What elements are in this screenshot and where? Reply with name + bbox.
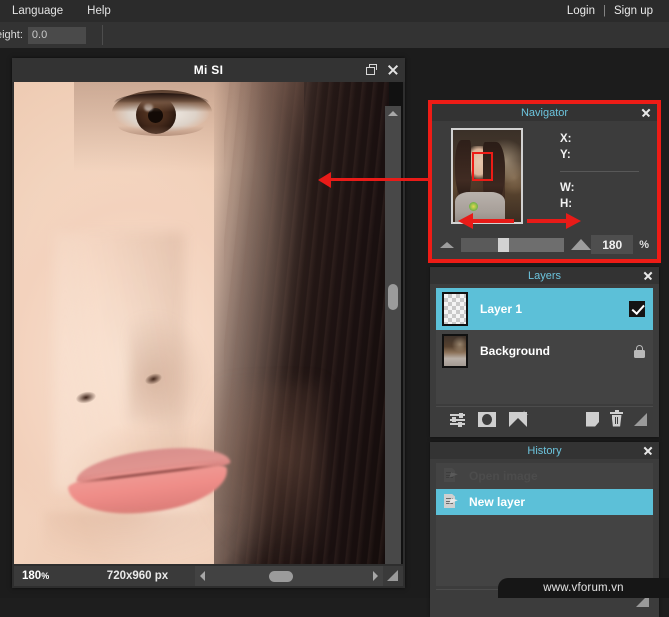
workspace: Mi SI 180% 720x960 px Navigator X: Y: W:… — [0, 48, 669, 617]
horizontal-scroll-thumb[interactable] — [269, 571, 293, 582]
menu-item-help[interactable]: Help — [75, 0, 123, 22]
navigator-body: X: Y: W: H: — [432, 121, 657, 230]
navigator-info: X: Y: W: H: — [542, 121, 657, 230]
image-canvas[interactable] — [14, 82, 403, 564]
navigator-thumbnail[interactable] — [451, 127, 523, 224]
canvas-zoom-unit: % — [41, 571, 50, 581]
layer-thumbnail — [442, 334, 468, 368]
image-window-buttons — [366, 58, 399, 82]
image-window-statusbar: 180% 720x960 px — [14, 566, 403, 586]
navigator-titlebar[interactable]: Navigator — [432, 104, 657, 121]
canvas-zoom-value: 180 — [22, 570, 42, 582]
navigator-zoom-slider[interactable] — [461, 237, 565, 252]
restore-icon[interactable] — [366, 64, 378, 76]
layers-close-icon[interactable] — [643, 270, 653, 280]
navigator-zoom-unit: % — [639, 238, 649, 251]
layers-title: Layers — [527, 269, 562, 282]
signup-link[interactable]: Sign up — [608, 5, 659, 17]
image-window-title: Mi SI — [193, 63, 224, 77]
layer-visibility-checkbox[interactable] — [629, 301, 645, 317]
layer-thumbnail — [442, 292, 468, 326]
navigator-info-divider — [560, 171, 639, 172]
image-window-titlebar[interactable]: Mi SI — [12, 58, 405, 82]
navigator-h-label: H: — [560, 198, 573, 210]
history-list[interactable]: Open image New layer — [436, 463, 653, 586]
login-link[interactable]: Login — [561, 5, 601, 17]
height-input[interactable] — [27, 26, 86, 44]
layers-toolbar-right — [586, 409, 653, 427]
document-icon — [444, 494, 459, 510]
watermark: www.vforum.vn — [498, 578, 669, 598]
document-icon — [444, 468, 459, 484]
window-resize-grip-icon[interactable] — [385, 568, 401, 584]
canvas-zoom-readout: 180% — [14, 570, 80, 582]
layers-toolbar: ✦ — [436, 406, 653, 431]
photo-lips-detail — [67, 440, 234, 522]
layer-row[interactable]: Background — [436, 330, 653, 372]
navigator-title: Navigator — [520, 106, 569, 119]
navigator-zoom-input[interactable] — [591, 235, 634, 254]
add-mask-icon[interactable]: ✦ — [509, 409, 529, 427]
navigator-panel: Navigator X: Y: W: H: 180 % — [432, 104, 657, 259]
navigator-w-label: W: — [560, 182, 575, 194]
vertical-scroll-thumb[interactable] — [388, 284, 398, 310]
tool-options-bar: eight: — [0, 22, 669, 48]
auth-links: Login | Sign up — [561, 5, 669, 17]
scroll-left-arrow-icon[interactable] — [200, 571, 205, 581]
layers-toolbar-left: ✦ — [436, 409, 529, 427]
canvas-dimensions: 720x960 px — [106, 570, 169, 582]
image-window: Mi SI 180% 720x960 px — [12, 58, 405, 588]
layers-titlebar[interactable]: Layers — [430, 267, 659, 284]
layer-name: Layer 1 — [480, 302, 523, 316]
history-item[interactable]: New layer — [436, 489, 653, 515]
canvas-vertical-scrollbar[interactable] — [385, 106, 401, 564]
close-icon[interactable] — [387, 64, 399, 76]
watermark-text: www.vforum.vn — [543, 582, 624, 594]
resize-grip-icon[interactable] — [634, 412, 647, 426]
canvas-horizontal-scrollbar[interactable] — [195, 566, 383, 586]
delete-layer-icon[interactable] — [610, 409, 623, 427]
layers-list[interactable]: Layer 1 Background — [436, 288, 653, 404]
photo-eye-detail — [112, 90, 212, 138]
layers-panel: Layers Layer 1 Background ✦ — [430, 267, 659, 437]
lock-icon[interactable] — [634, 344, 645, 358]
navigator-thumbnail-area[interactable] — [432, 121, 542, 230]
navigator-viewport-rect[interactable] — [472, 151, 493, 181]
history-title: History — [527, 444, 562, 457]
navigator-zoom-controls: % — [432, 230, 657, 259]
menu-item-language[interactable]: Language — [0, 0, 75, 22]
history-item-label: Open image — [469, 469, 538, 483]
layer-row[interactable]: Layer 1 — [436, 288, 653, 330]
zoom-out-triangle-icon[interactable] — [440, 241, 454, 248]
scroll-up-arrow-icon[interactable] — [385, 106, 401, 120]
layer-name: Background — [480, 344, 551, 358]
navigator-panel-highlight: Navigator X: Y: W: H: 180 % — [428, 100, 661, 263]
zoom-in-triangle-icon[interactable] — [571, 239, 592, 250]
duplicate-layer-icon[interactable] — [586, 411, 599, 427]
navigator-y-label: Y: — [560, 149, 571, 161]
navigator-zoom-slider-handle[interactable] — [498, 237, 510, 252]
history-item[interactable]: Open image — [436, 463, 653, 489]
history-titlebar[interactable]: History — [430, 442, 659, 459]
photo-image — [14, 82, 389, 564]
scroll-right-arrow-icon[interactable] — [373, 571, 378, 581]
menu-bar: Language Help Login | Sign up — [0, 0, 669, 22]
history-item-label: New layer — [469, 495, 526, 509]
history-close-icon[interactable] — [643, 445, 653, 455]
auth-separator: | — [602, 5, 606, 17]
layer-mask-icon[interactable] — [478, 411, 496, 427]
height-field-label: eight: — [0, 29, 23, 41]
navigator-x-label: X: — [560, 133, 572, 145]
toolbar-divider — [101, 25, 103, 45]
layer-adjust-icon[interactable] — [450, 412, 465, 427]
navigator-close-icon[interactable] — [641, 107, 651, 117]
annotation-arrow-to-canvas — [318, 171, 430, 188]
